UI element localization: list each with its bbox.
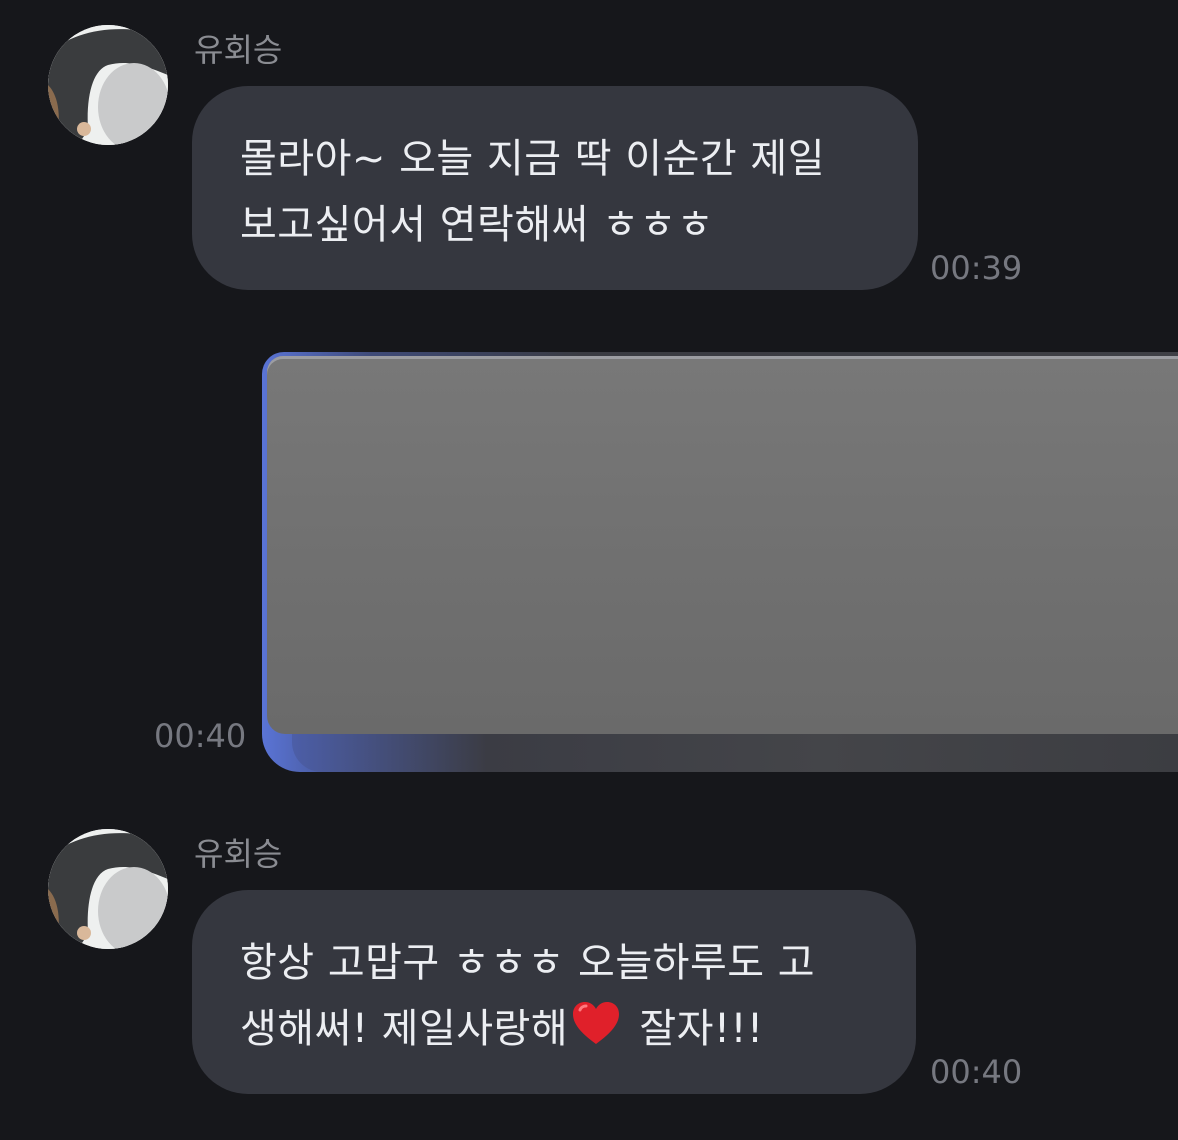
media-frame-edge (292, 734, 1178, 772)
message-text-line: 항상 고맙구 ㅎㅎㅎ 오늘하루도 고 (240, 940, 816, 986)
sender-name: 유회승 (194, 31, 283, 69)
sender-name: 유회승 (194, 835, 283, 873)
message-text-line: 생해써! 제일사랑해 잘자!!! (240, 996, 872, 1062)
chat-screen: 유회승 몰라아~ 오늘 지금 딱 이순간 제일 보고싶어서 연락해써 ㅎㅎㅎ 0… (0, 0, 1178, 1140)
media-attachment[interactable] (262, 352, 1178, 772)
message-text-fragment: 생해써! 제일사랑해 (240, 1006, 569, 1052)
message-text-line: 보고싶어서 연락해써 ㅎㅎㅎ (240, 202, 715, 248)
message-text-line: 몰라아~ 오늘 지금 딱 이순간 제일 (240, 136, 825, 182)
message-bubble[interactable]: 몰라아~ 오늘 지금 딱 이순간 제일 보고싶어서 연락해써 ㅎㅎㅎ (192, 86, 918, 290)
message-text-fragment: 잘자!!! (626, 1006, 764, 1052)
sender-avatar[interactable] (48, 829, 168, 949)
message-bubble[interactable]: 항상 고맙구 ㅎㅎㅎ 오늘하루도 고 생해써! 제일사랑해 잘자!!! (192, 890, 916, 1094)
sender-avatar[interactable] (48, 25, 168, 145)
media-image (267, 356, 1178, 734)
message-timestamp: 00:40 (930, 1053, 1023, 1091)
heart-icon (570, 998, 622, 1050)
media-timestamp: 00:40 (154, 717, 247, 755)
message-timestamp: 00:39 (930, 249, 1023, 287)
